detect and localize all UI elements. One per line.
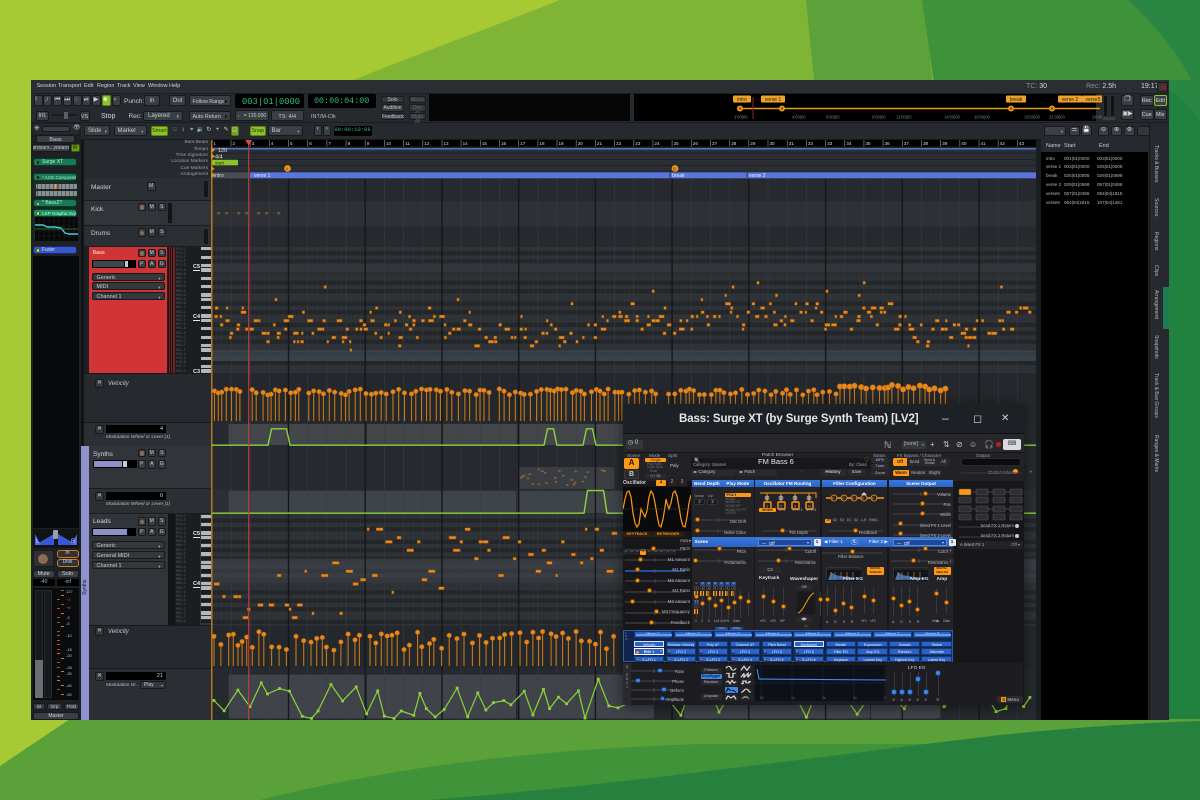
svg-text:28: 28 [731, 141, 737, 146]
svg-text:21'00|00: 21'00|00 [1049, 115, 1066, 120]
svg-text:B: B [673, 166, 676, 171]
svg-text:start: start [215, 160, 225, 166]
svg-text:29: 29 [750, 141, 756, 146]
svg-text:19: 19 [559, 141, 565, 146]
svg-text:F: F [872, 497, 874, 501]
svg-text:3: 3 [252, 141, 255, 146]
svg-text:23: 23 [635, 141, 641, 146]
svg-text:25: 25 [674, 141, 680, 146]
svg-text:verse5: verse5 [1085, 97, 1100, 103]
svg-text:3s: 3s [853, 696, 857, 700]
svg-text:11'00|00: 11'00|00 [896, 115, 912, 120]
svg-text:intro: intro [214, 173, 224, 179]
svg-text:17: 17 [520, 141, 526, 146]
svg-text:verse 1: verse 1 [765, 97, 782, 103]
svg-text:43: 43 [1019, 141, 1025, 146]
svg-text:verse 2: verse 2 [1062, 97, 1079, 103]
svg-text:120: 120 [218, 148, 227, 154]
svg-text:12: 12 [424, 141, 430, 146]
svg-text:F: F [832, 497, 834, 501]
svg-text:2s: 2s [822, 696, 826, 700]
svg-text:20: 20 [578, 141, 584, 146]
svg-text:27: 27 [712, 141, 718, 146]
svg-text:19'00|00: 19'00|00 [1024, 115, 1041, 120]
svg-text:5: 5 [290, 141, 293, 146]
svg-text:7: 7 [328, 141, 331, 146]
svg-text:9: 9 [367, 141, 370, 146]
svg-text:21: 21 [597, 141, 603, 146]
svg-text:break: break [1010, 97, 1023, 103]
svg-text:16: 16 [501, 141, 507, 146]
svg-text:18: 18 [539, 141, 545, 146]
svg-text:verse 1: verse 1 [254, 173, 271, 179]
svg-text:2: 2 [233, 141, 236, 146]
svg-text:11: 11 [405, 141, 410, 146]
svg-text:31: 31 [789, 141, 795, 146]
svg-text:verse 2: verse 2 [749, 173, 766, 179]
svg-text:39: 39 [942, 141, 948, 146]
svg-text:4/4: 4/4 [215, 154, 223, 160]
svg-text:9'00|00: 9'00|00 [872, 115, 886, 120]
svg-text:42: 42 [1000, 141, 1006, 146]
svg-text:1s: 1s [791, 696, 795, 700]
svg-text:24'00|00: 24'00|00 [1092, 115, 1102, 120]
svg-text:4: 4 [271, 141, 274, 146]
svg-text:F: F [862, 497, 864, 501]
svg-text:41: 41 [981, 141, 987, 146]
svg-text:6'00|00: 6'00|00 [826, 115, 840, 120]
svg-text:37: 37 [904, 141, 910, 146]
svg-text:4s: 4s [884, 696, 886, 700]
svg-text:F: F [852, 497, 854, 501]
svg-text:10: 10 [386, 141, 392, 146]
svg-text:1: 1 [213, 141, 216, 146]
svg-text:32: 32 [808, 141, 814, 146]
svg-text:14'00|00: 14'00|00 [944, 115, 961, 120]
svg-text:4'00|00: 4'00|00 [792, 115, 806, 120]
svg-text:intro: intro [737, 97, 747, 103]
svg-text:30: 30 [770, 141, 776, 146]
svg-text:34: 34 [846, 141, 852, 146]
svg-text:36: 36 [885, 141, 891, 146]
svg-text:26: 26 [693, 141, 699, 146]
svg-text:F: F [842, 497, 844, 501]
svg-text:13: 13 [444, 141, 450, 146]
svg-text:6: 6 [309, 141, 312, 146]
svg-text:40: 40 [961, 141, 967, 146]
svg-text:15: 15 [482, 141, 488, 146]
svg-text:14: 14 [463, 141, 469, 146]
svg-text:22: 22 [616, 141, 622, 146]
svg-text:16'00|00: 16'00|00 [974, 115, 991, 120]
svg-text:A: A [286, 166, 289, 171]
svg-text:R: R [71, 539, 76, 545]
svg-text:break: break [672, 173, 685, 179]
svg-text:33: 33 [827, 141, 833, 146]
svg-text:8: 8 [348, 141, 351, 146]
svg-text:38: 38 [923, 141, 929, 146]
svg-text:24: 24 [654, 141, 660, 146]
svg-text:1'00|00: 1'00|00 [734, 115, 748, 120]
svg-text:0s: 0s [760, 696, 764, 700]
svg-text:35: 35 [865, 141, 871, 146]
